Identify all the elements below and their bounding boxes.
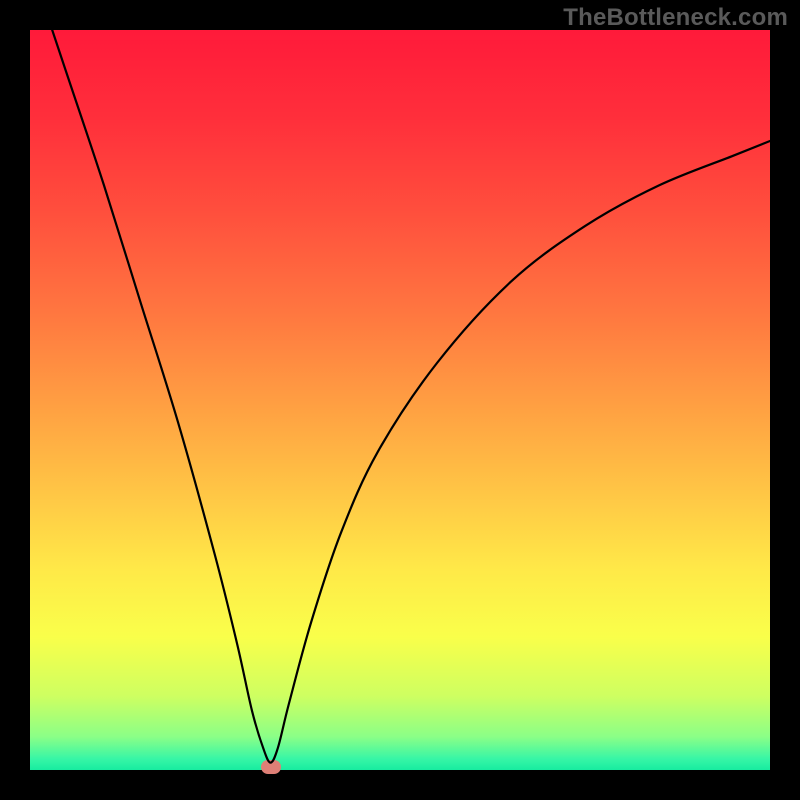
chart-frame: TheBottleneck.com xyxy=(0,0,800,800)
bottleneck-curve xyxy=(30,30,770,770)
plot-area xyxy=(30,30,770,770)
watermark-text: TheBottleneck.com xyxy=(563,4,788,32)
